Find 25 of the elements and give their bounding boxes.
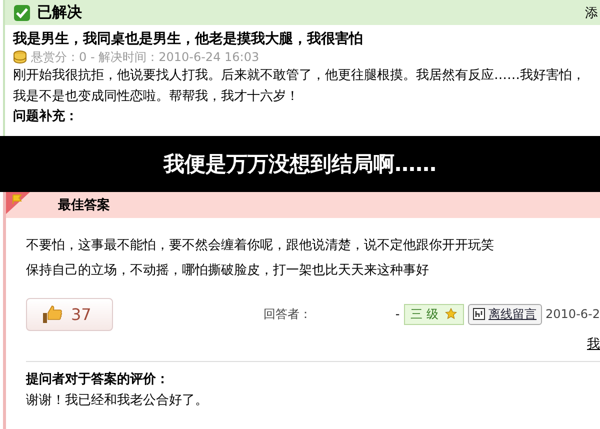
add-link[interactable]: 添 — [585, 4, 598, 22]
checkbox-icon — [13, 4, 31, 22]
answer-date: 2010-6-2 — [546, 307, 600, 321]
question-body: 刚开始我很抗拒，他说要找人打我。后来就不敢管了，他更往腿根摸。我居然有反应……我好害怕，我是不是也变成同性恋啦。帮帮我，我才十六岁！ — [13, 67, 586, 106]
offline-message-button[interactable]: 离线留言 — [468, 304, 542, 324]
question-title: 我是男生，我同桌也是男生，他老是摸我大腿，我很害怕 — [13, 30, 364, 49]
like-button[interactable]: 37 — [26, 298, 114, 330]
level-badge: 三 级 — [404, 304, 464, 324]
answer-text: 保持自己的立场，不动摇，哪怕撕破脸皮，打一架也比天天来这种事好 — [26, 262, 430, 280]
link[interactable]: 我 — [587, 335, 600, 355]
coins-icon — [13, 50, 27, 64]
answer-text: 不要怕，这事最不能怕，要不然会缠着你呢，跟他说清楚，说不定他跟你开开玩笑 — [26, 237, 495, 255]
flag-icon — [6, 192, 30, 214]
caption: 我便是万万没想到结局啊…… — [164, 151, 436, 178]
separator: - — [395, 307, 400, 321]
star-icon — [444, 308, 457, 320]
answer-heading: 最佳答案 — [58, 196, 110, 214]
evaluation-heading: 提问者对于答案的评价： — [26, 370, 170, 389]
evaluation-text: 谢谢！我已经和我老公合好了。 — [26, 392, 209, 410]
answerer-label: 回答者： — [263, 306, 312, 322]
status-label: 已解决 — [37, 3, 82, 22]
thumbs-up-icon — [41, 303, 63, 325]
supplement-label: 问题补充： — [13, 108, 79, 126]
message-icon — [472, 308, 485, 320]
question-meta: 悬赏分：0 - 解决时间：2010-6-24 16:03 — [31, 48, 260, 66]
